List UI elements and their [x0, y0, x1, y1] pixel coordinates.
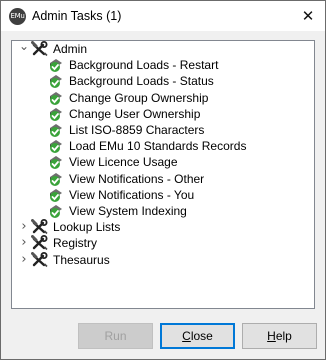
tree-item-label: Background Loads - Restart: [69, 58, 219, 73]
tree-item-label: Change Group Ownership: [69, 90, 209, 105]
admin-tasks-dialog: EMu Admin Tasks (1) ✕ ⌄ Admin Background L…: [0, 0, 326, 360]
task-tree[interactable]: ⌄ Admin Background Loads - Restart Backgrou…: [11, 40, 315, 309]
task-check-icon: [46, 138, 66, 154]
tree-category-node[interactable]: › Thesaurus: [18, 251, 110, 268]
help-button-label: elp: [275, 329, 292, 343]
task-check-icon: [46, 187, 66, 203]
tree-task-item[interactable]: View Notifications - Other: [46, 171, 204, 187]
task-check-icon: [46, 154, 66, 170]
tree-category-node[interactable]: ⌄ Admin: [18, 41, 87, 57]
tree-item-label: View Notifications - You: [69, 187, 195, 202]
tree-item-label: List ISO-8859 Characters: [69, 123, 205, 137]
tree-task-item[interactable]: Background Loads - Status: [46, 73, 214, 89]
emu-app-icon: EMu: [9, 8, 26, 25]
task-check-icon: [46, 203, 66, 219]
task-check-icon: [46, 171, 66, 187]
close-button[interactable]: Close: [160, 323, 235, 349]
tree-task-item[interactable]: Change Group Ownership: [46, 90, 208, 106]
chevron-down-icon[interactable]: ⌄: [18, 41, 30, 57]
window-title: Admin Tasks (1): [32, 9, 122, 23]
help-button[interactable]: Help: [242, 323, 317, 349]
task-check-icon: [46, 73, 66, 89]
tree-item-label: Background Loads - Status: [69, 74, 214, 89]
task-check-icon: [46, 57, 66, 73]
close-icon[interactable]: ✕: [299, 7, 317, 25]
tree-task-item[interactable]: View Licence Usage: [46, 154, 178, 170]
tree-item-label: View Licence Usage: [69, 155, 178, 170]
tree-task-item[interactable]: Load EMu 10 Standards Records: [46, 138, 246, 154]
tree-item-label: Lookup Lists: [53, 220, 121, 235]
tree-item-label: Admin: [53, 42, 88, 56]
tools-icon: [30, 41, 50, 57]
tree-item-label: View System Indexing: [69, 204, 187, 218]
close-button-label: lose: [190, 329, 213, 343]
tree-item-label: Change User Ownership: [69, 106, 201, 121]
chevron-right-icon[interactable]: ›: [18, 235, 30, 251]
task-check-icon: [46, 122, 66, 138]
tree-category-node[interactable]: › Registry: [18, 235, 97, 251]
button-bar: Run Close Help: [1, 321, 325, 351]
tree-task-item[interactable]: View Notifications - You: [46, 187, 194, 203]
run-button[interactable]: Run: [78, 323, 153, 349]
tree-task-item[interactable]: Background Loads - Restart: [46, 57, 218, 73]
tree-item-label: View Notifications - Other: [69, 171, 205, 186]
help-button-mnemonic: H: [267, 329, 276, 343]
close-button-mnemonic: C: [182, 329, 191, 343]
task-check-icon: [46, 90, 66, 106]
tree-category-node[interactable]: › Lookup Lists: [18, 219, 120, 235]
tools-icon: [30, 235, 50, 251]
chevron-right-icon[interactable]: ›: [18, 252, 30, 268]
tree-item-label: Load EMu 10 Standards Records: [69, 139, 247, 154]
tools-icon: [30, 251, 50, 268]
tree-task-item[interactable]: View System Indexing: [46, 203, 187, 219]
title-bar[interactable]: EMu Admin Tasks (1) ✕: [1, 1, 325, 31]
tools-icon: [30, 219, 50, 235]
tree-task-item[interactable]: List ISO-8859 Characters: [46, 122, 204, 138]
task-check-icon: [46, 106, 66, 122]
tree-item-label: Thesaurus: [53, 252, 110, 267]
tree-task-item[interactable]: Change User Ownership: [46, 106, 200, 122]
tree-item-label: Registry: [53, 236, 98, 251]
chevron-right-icon[interactable]: ›: [18, 219, 30, 235]
